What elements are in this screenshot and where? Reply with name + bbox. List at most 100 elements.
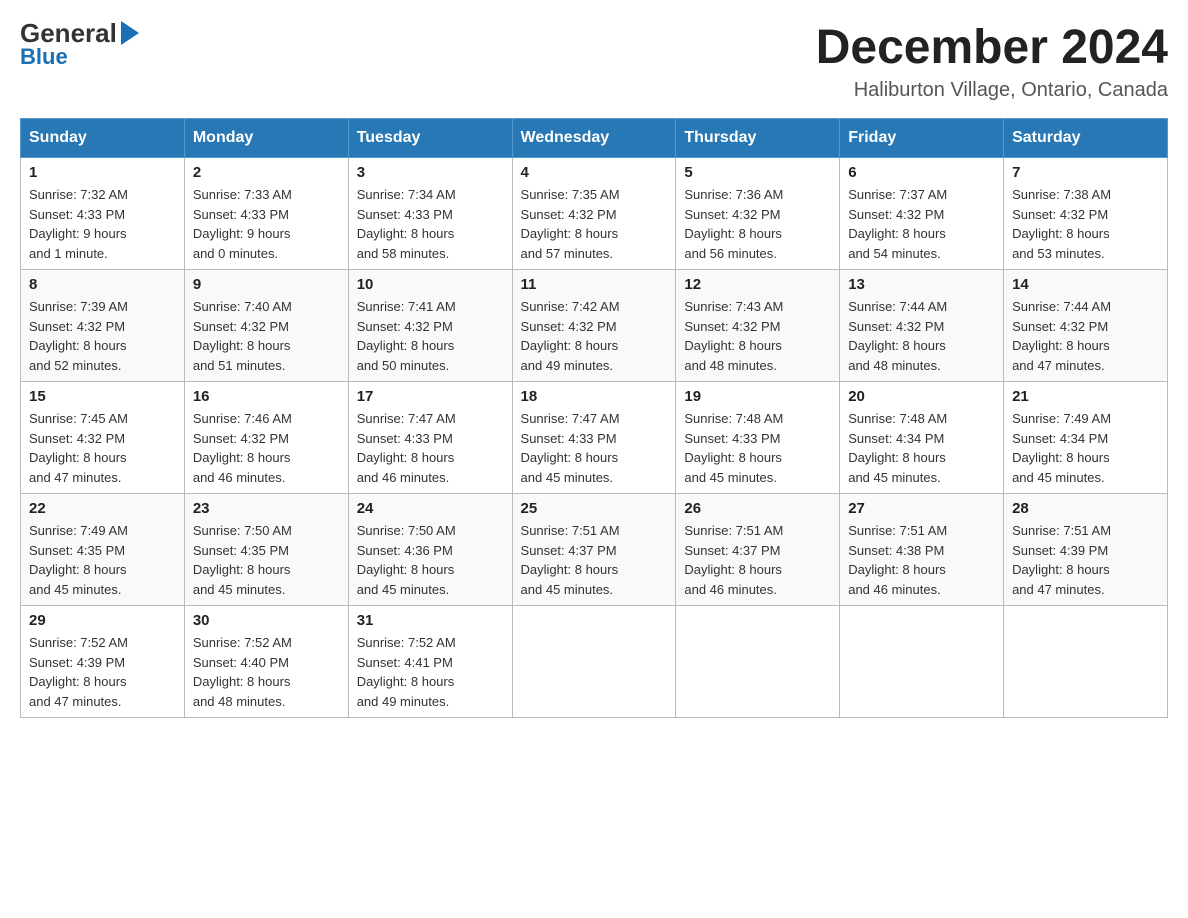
- calendar-cell: 3 Sunrise: 7:34 AMSunset: 4:33 PMDayligh…: [348, 158, 512, 270]
- day-number: 4: [521, 164, 668, 181]
- day-info: Sunrise: 7:47 AMSunset: 4:33 PMDaylight:…: [357, 409, 504, 487]
- day-info: Sunrise: 7:33 AMSunset: 4:33 PMDaylight:…: [193, 185, 340, 263]
- day-info: Sunrise: 7:51 AMSunset: 4:37 PMDaylight:…: [521, 521, 668, 599]
- calendar-cell: 6 Sunrise: 7:37 AMSunset: 4:32 PMDayligh…: [840, 158, 1004, 270]
- logo-general: General: [20, 20, 139, 46]
- day-info: Sunrise: 7:44 AMSunset: 4:32 PMDaylight:…: [848, 297, 995, 375]
- day-info: Sunrise: 7:52 AMSunset: 4:39 PMDaylight:…: [29, 633, 176, 711]
- day-info: Sunrise: 7:35 AMSunset: 4:32 PMDaylight:…: [521, 185, 668, 263]
- calendar-cell: 31 Sunrise: 7:52 AMSunset: 4:41 PMDaylig…: [348, 606, 512, 718]
- day-info: Sunrise: 7:50 AMSunset: 4:35 PMDaylight:…: [193, 521, 340, 599]
- column-header-wednesday: Wednesday: [512, 119, 676, 158]
- day-number: 15: [29, 388, 176, 405]
- column-header-monday: Monday: [184, 119, 348, 158]
- calendar-cell: 12 Sunrise: 7:43 AMSunset: 4:32 PMDaylig…: [676, 270, 840, 382]
- calendar-week-row: 8 Sunrise: 7:39 AMSunset: 4:32 PMDayligh…: [21, 270, 1168, 382]
- calendar-cell: 28 Sunrise: 7:51 AMSunset: 4:39 PMDaylig…: [1004, 494, 1168, 606]
- calendar-cell: 27 Sunrise: 7:51 AMSunset: 4:38 PMDaylig…: [840, 494, 1004, 606]
- title-section: December 2024 Haliburton Village, Ontari…: [816, 20, 1168, 102]
- day-info: Sunrise: 7:34 AMSunset: 4:33 PMDaylight:…: [357, 185, 504, 263]
- day-number: 7: [1012, 164, 1159, 181]
- calendar-cell: [840, 606, 1004, 718]
- day-number: 29: [29, 612, 176, 629]
- calendar-cell: 19 Sunrise: 7:48 AMSunset: 4:33 PMDaylig…: [676, 382, 840, 494]
- day-info: Sunrise: 7:48 AMSunset: 4:33 PMDaylight:…: [684, 409, 831, 487]
- day-info: Sunrise: 7:50 AMSunset: 4:36 PMDaylight:…: [357, 521, 504, 599]
- day-number: 28: [1012, 500, 1159, 517]
- calendar-cell: 29 Sunrise: 7:52 AMSunset: 4:39 PMDaylig…: [21, 606, 185, 718]
- calendar-header-row: SundayMondayTuesdayWednesdayThursdayFrid…: [21, 119, 1168, 158]
- calendar-cell: 24 Sunrise: 7:50 AMSunset: 4:36 PMDaylig…: [348, 494, 512, 606]
- day-number: 8: [29, 276, 176, 293]
- day-number: 27: [848, 500, 995, 517]
- day-number: 23: [193, 500, 340, 517]
- logo-blue-text: Blue: [20, 46, 139, 68]
- day-info: Sunrise: 7:37 AMSunset: 4:32 PMDaylight:…: [848, 185, 995, 263]
- day-number: 9: [193, 276, 340, 293]
- calendar-cell: 1 Sunrise: 7:32 AMSunset: 4:33 PMDayligh…: [21, 158, 185, 270]
- calendar-cell: 20 Sunrise: 7:48 AMSunset: 4:34 PMDaylig…: [840, 382, 1004, 494]
- day-number: 2: [193, 164, 340, 181]
- column-header-thursday: Thursday: [676, 119, 840, 158]
- calendar-week-row: 15 Sunrise: 7:45 AMSunset: 4:32 PMDaylig…: [21, 382, 1168, 494]
- day-number: 16: [193, 388, 340, 405]
- day-number: 5: [684, 164, 831, 181]
- calendar-cell: [1004, 606, 1168, 718]
- calendar-cell: [512, 606, 676, 718]
- day-number: 3: [357, 164, 504, 181]
- logo-general-text: General: [20, 20, 117, 46]
- day-number: 6: [848, 164, 995, 181]
- day-info: Sunrise: 7:40 AMSunset: 4:32 PMDaylight:…: [193, 297, 340, 375]
- day-number: 14: [1012, 276, 1159, 293]
- day-number: 11: [521, 276, 668, 293]
- day-number: 31: [357, 612, 504, 629]
- day-info: Sunrise: 7:52 AMSunset: 4:40 PMDaylight:…: [193, 633, 340, 711]
- calendar-week-row: 29 Sunrise: 7:52 AMSunset: 4:39 PMDaylig…: [21, 606, 1168, 718]
- day-info: Sunrise: 7:47 AMSunset: 4:33 PMDaylight:…: [521, 409, 668, 487]
- calendar-cell: 21 Sunrise: 7:49 AMSunset: 4:34 PMDaylig…: [1004, 382, 1168, 494]
- day-info: Sunrise: 7:45 AMSunset: 4:32 PMDaylight:…: [29, 409, 176, 487]
- calendar-week-row: 22 Sunrise: 7:49 AMSunset: 4:35 PMDaylig…: [21, 494, 1168, 606]
- day-number: 20: [848, 388, 995, 405]
- logo: General Blue: [20, 20, 139, 68]
- day-number: 18: [521, 388, 668, 405]
- column-header-sunday: Sunday: [21, 119, 185, 158]
- day-number: 22: [29, 500, 176, 517]
- day-info: Sunrise: 7:49 AMSunset: 4:35 PMDaylight:…: [29, 521, 176, 599]
- day-number: 30: [193, 612, 340, 629]
- main-title: December 2024: [816, 20, 1168, 75]
- calendar-cell: 17 Sunrise: 7:47 AMSunset: 4:33 PMDaylig…: [348, 382, 512, 494]
- day-number: 19: [684, 388, 831, 405]
- calendar-cell: 5 Sunrise: 7:36 AMSunset: 4:32 PMDayligh…: [676, 158, 840, 270]
- calendar-cell: 8 Sunrise: 7:39 AMSunset: 4:32 PMDayligh…: [21, 270, 185, 382]
- calendar-cell: 9 Sunrise: 7:40 AMSunset: 4:32 PMDayligh…: [184, 270, 348, 382]
- calendar-cell: [676, 606, 840, 718]
- calendar-cell: 2 Sunrise: 7:33 AMSunset: 4:33 PMDayligh…: [184, 158, 348, 270]
- day-info: Sunrise: 7:42 AMSunset: 4:32 PMDaylight:…: [521, 297, 668, 375]
- calendar-cell: 13 Sunrise: 7:44 AMSunset: 4:32 PMDaylig…: [840, 270, 1004, 382]
- calendar-cell: 26 Sunrise: 7:51 AMSunset: 4:37 PMDaylig…: [676, 494, 840, 606]
- calendar-cell: 4 Sunrise: 7:35 AMSunset: 4:32 PMDayligh…: [512, 158, 676, 270]
- calendar-week-row: 1 Sunrise: 7:32 AMSunset: 4:33 PMDayligh…: [21, 158, 1168, 270]
- day-number: 13: [848, 276, 995, 293]
- logo-arrow-icon: [121, 21, 139, 45]
- calendar-cell: 15 Sunrise: 7:45 AMSunset: 4:32 PMDaylig…: [21, 382, 185, 494]
- calendar-cell: 14 Sunrise: 7:44 AMSunset: 4:32 PMDaylig…: [1004, 270, 1168, 382]
- day-info: Sunrise: 7:51 AMSunset: 4:39 PMDaylight:…: [1012, 521, 1159, 599]
- day-number: 1: [29, 164, 176, 181]
- day-info: Sunrise: 7:43 AMSunset: 4:32 PMDaylight:…: [684, 297, 831, 375]
- column-header-friday: Friday: [840, 119, 1004, 158]
- day-info: Sunrise: 7:44 AMSunset: 4:32 PMDaylight:…: [1012, 297, 1159, 375]
- subtitle: Haliburton Village, Ontario, Canada: [816, 79, 1168, 102]
- day-info: Sunrise: 7:36 AMSunset: 4:32 PMDaylight:…: [684, 185, 831, 263]
- calendar-cell: 22 Sunrise: 7:49 AMSunset: 4:35 PMDaylig…: [21, 494, 185, 606]
- day-number: 24: [357, 500, 504, 517]
- calendar-cell: 25 Sunrise: 7:51 AMSunset: 4:37 PMDaylig…: [512, 494, 676, 606]
- day-info: Sunrise: 7:51 AMSunset: 4:38 PMDaylight:…: [848, 521, 995, 599]
- page-header: General Blue December 2024 Haliburton Vi…: [20, 20, 1168, 102]
- day-info: Sunrise: 7:49 AMSunset: 4:34 PMDaylight:…: [1012, 409, 1159, 487]
- day-number: 17: [357, 388, 504, 405]
- day-number: 12: [684, 276, 831, 293]
- day-info: Sunrise: 7:46 AMSunset: 4:32 PMDaylight:…: [193, 409, 340, 487]
- calendar-table: SundayMondayTuesdayWednesdayThursdayFrid…: [20, 118, 1168, 718]
